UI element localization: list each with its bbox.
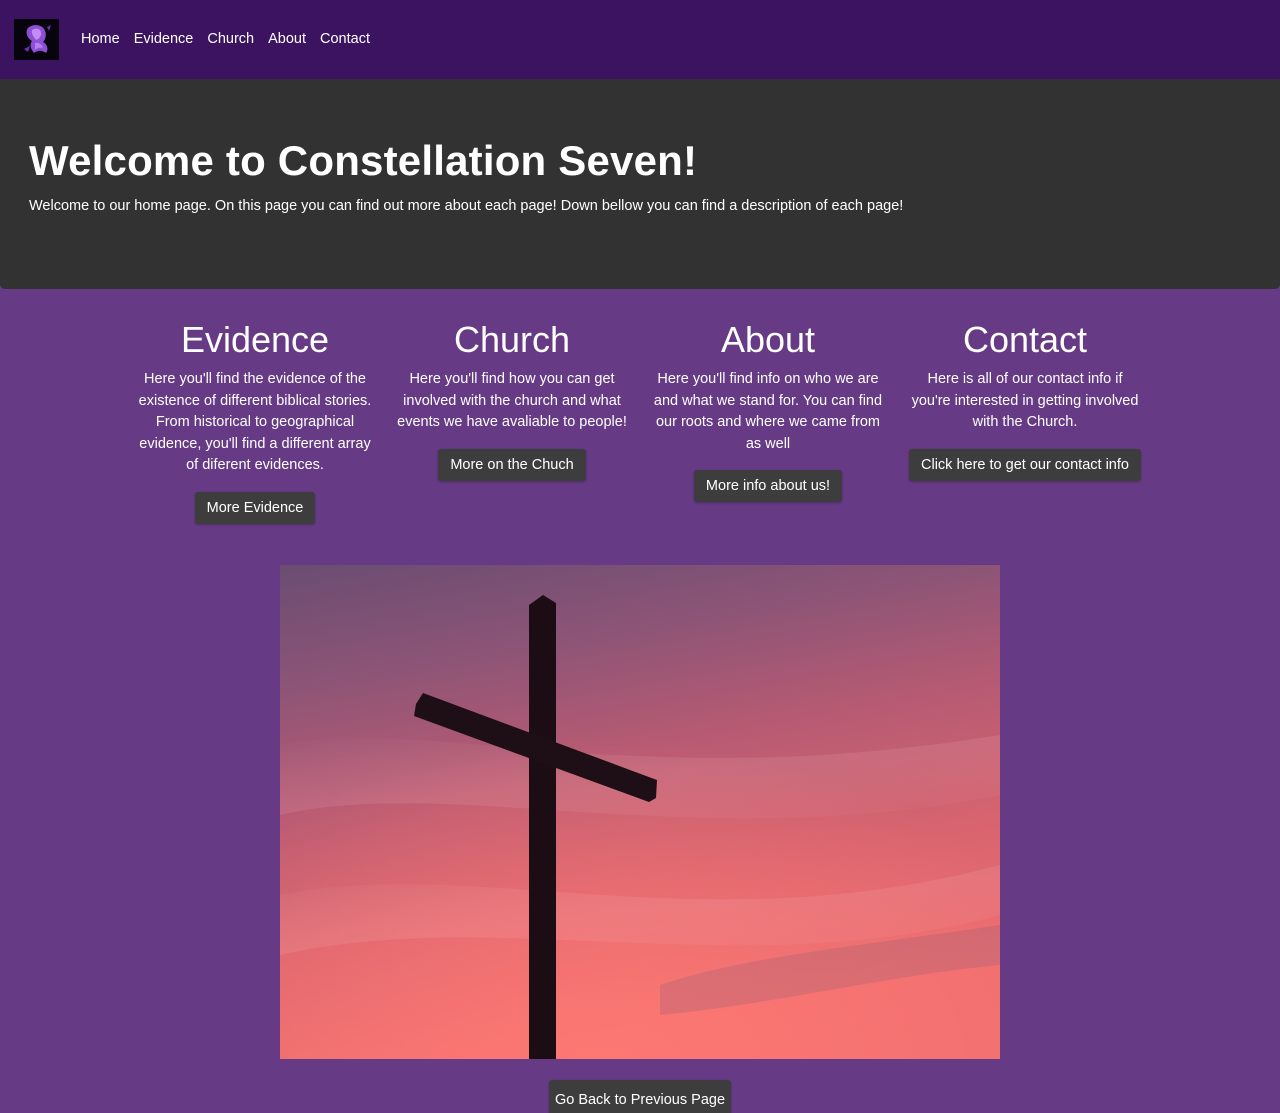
hero-subtitle: Welcome to our home page. On this page y… [29,198,904,214]
section-contact: Contact Here is all of our contact info … [907,316,1143,481]
nav-link-home[interactable]: Home [81,30,120,48]
section-heading-contact: Contact [962,319,1088,360]
section-about: About Here you'll find info on who we ar… [650,316,886,502]
more-evidence-button[interactable]: More Evidence [194,491,316,524]
section-text-church: Here you'll find how you can get involve… [397,371,627,430]
nav-link-church[interactable]: Church [207,30,254,48]
nav-link-contact[interactable]: Contact [320,30,370,48]
section-heading-about: About [720,319,816,360]
more-church-button[interactable]: More on the Chuch [438,448,586,481]
navbar: Home Evidence Church About Contact [0,0,1280,79]
section-text-about: Here you'll find info on who we are and … [653,371,883,452]
go-back-button[interactable]: Go Back to Previous Page [549,1080,731,1113]
section-heading-evidence: Evidence [180,319,330,360]
nav-links: Home Evidence Church About Contact [81,30,370,48]
cross-sunset-image [280,565,1000,1059]
more-about-button[interactable]: More info about us! [693,470,843,502]
nav-link-evidence[interactable]: Evidence [134,30,194,48]
logo[interactable] [14,19,59,60]
hero-banner: Welcome to Constellation Seven! Welcome … [0,79,1280,289]
section-evidence: Evidence Here you'll find the evidence o… [137,316,373,524]
section-heading-church: Church [453,319,571,360]
purple-crest-icon [14,19,59,60]
section-text-evidence: Here you'll find the evidence of the exi… [138,371,372,473]
section-church: Church Here you'll find how you can get … [394,316,630,481]
nav-link-about[interactable]: About [268,30,306,48]
section-text-contact: Here is all of our contact info if you'r… [911,371,1139,430]
contact-info-button[interactable]: Click here to get our contact info [909,448,1141,481]
page-title: Welcome to Constellation Seven! [29,137,698,184]
